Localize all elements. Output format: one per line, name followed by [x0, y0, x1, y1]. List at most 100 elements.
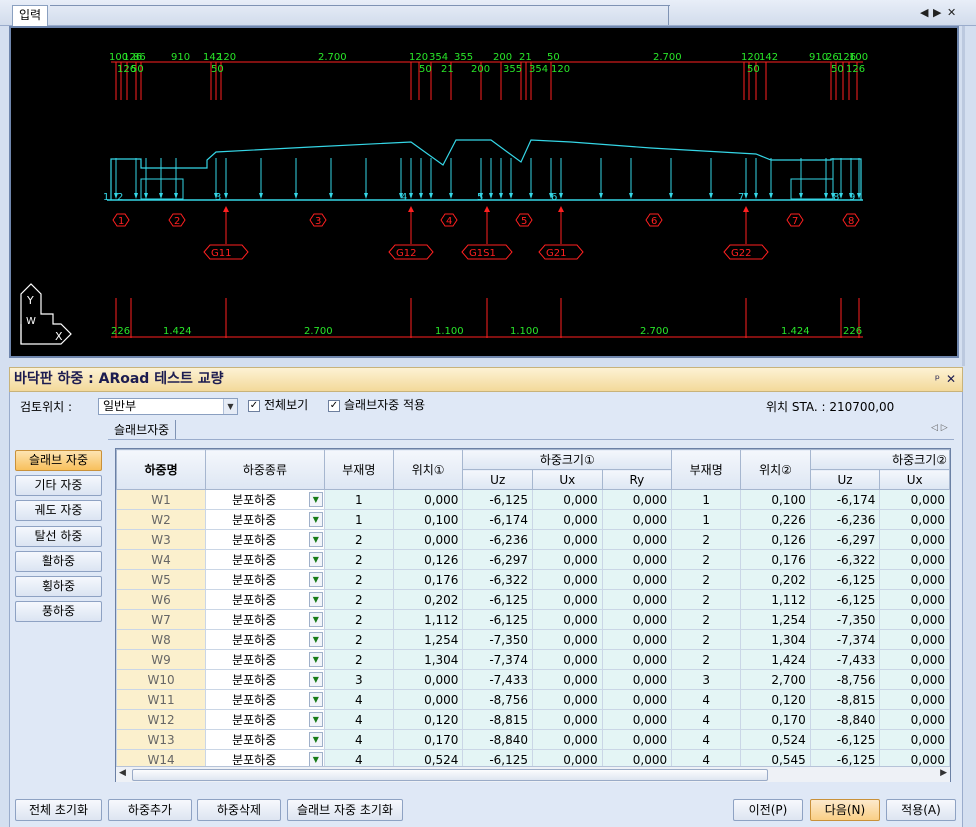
cell-ry1[interactable]: 0,000 [601, 629, 673, 650]
table-row[interactable]: W9 분포하중 ▼ 2 1,304 -7,374 0,000 0,000 2 1,424 -7,43… [116, 649, 950, 670]
cell-member1[interactable]: 2 [323, 649, 394, 670]
cell-load-kind[interactable]: 분포하중 ▼ [205, 609, 325, 630]
cell-uz2[interactable]: -6,125 [809, 729, 881, 750]
cell-member1[interactable]: 2 [323, 529, 394, 550]
cell-ry1[interactable]: 0,000 [601, 589, 673, 610]
table-row[interactable]: W6 분포하중 ▼ 2 0,202 -6,125 0,000 0,000 2 1,112 -6,12… [116, 589, 950, 610]
cell-pos2[interactable]: 0,100 [740, 489, 811, 510]
cell-uz1[interactable]: -6,322 [462, 569, 534, 590]
table-row[interactable]: W13 분포하중 ▼ 4 0,170 -8,840 0,000 0,000 4 0,524 -6,1… [116, 729, 950, 750]
header-member1[interactable]: 부재명 [323, 449, 394, 490]
table-row[interactable]: W3 분포하중 ▼ 2 0,000 -6,236 0,000 0,000 2 0,126 -6,29… [116, 529, 950, 550]
load-grid[interactable]: 하중명 하중종류 부재명 위치① 하중크기① 부재명 위치② 하중크기② Uz … [115, 448, 951, 782]
cell-uz2[interactable]: -6,297 [809, 529, 881, 550]
cell-load-name[interactable]: W11 [116, 689, 207, 710]
cell-pos1[interactable]: 0,120 [392, 709, 464, 730]
cell-member1[interactable]: 1 [323, 489, 394, 510]
cell-ux1[interactable]: 0,000 [532, 509, 603, 530]
cell-load-name[interactable]: W5 [116, 569, 207, 590]
cell-ux1[interactable]: 0,000 [532, 709, 603, 730]
cell-member1[interactable]: 2 [323, 609, 394, 630]
chevron-down-icon[interactable]: ▼ [308, 492, 323, 507]
cell-uz2[interactable]: -6,125 [809, 589, 881, 610]
header-ux[interactable]: Ux [879, 469, 950, 490]
cell-ux1[interactable]: 0,000 [532, 729, 603, 750]
cell-pos1[interactable]: 0,000 [392, 669, 464, 690]
side-button-derail[interactable]: 탈선 하중 [15, 526, 102, 547]
chevron-down-icon[interactable]: ▼ [223, 399, 237, 414]
cell-load-kind[interactable]: 분포하중 ▼ [205, 549, 325, 570]
side-button-track[interactable]: 궤도 자중 [15, 500, 102, 521]
cell-member1[interactable]: 1 [323, 509, 394, 530]
cell-uz2[interactable]: -7,374 [809, 629, 881, 650]
cell-ux1[interactable]: 0,000 [532, 489, 603, 510]
tab-slab-self-weight[interactable]: 슬래브자중 [108, 420, 177, 440]
cell-pos2[interactable]: 0,120 [740, 689, 811, 710]
header-kind[interactable]: 하중종류 [205, 449, 325, 490]
cell-ry1[interactable]: 0,000 [601, 549, 673, 570]
header-load1[interactable]: 하중크기① [462, 449, 673, 470]
side-button-wind[interactable]: 풍하중 [15, 601, 102, 622]
cell-uz1[interactable]: -8,756 [462, 689, 534, 710]
pin-icon[interactable]: ᵖ [935, 368, 940, 391]
prev-button[interactable]: 이전(P) [733, 799, 803, 821]
cell-pos2[interactable]: 0,176 [740, 549, 811, 570]
cell-member1[interactable]: 4 [323, 689, 394, 710]
header-pos2[interactable]: 위치② [740, 449, 811, 490]
slab-apply-checkbox[interactable]: ✓ [328, 400, 340, 412]
cell-ry1[interactable]: 0,000 [601, 689, 673, 710]
chevron-down-icon[interactable]: ▼ [308, 592, 323, 607]
cell-member1[interactable]: 2 [323, 569, 394, 590]
cell-pos1[interactable]: 0,000 [392, 489, 464, 510]
cell-ry1[interactable]: 0,000 [601, 729, 673, 750]
cell-uz2[interactable]: -7,350 [809, 609, 881, 630]
cell-member2[interactable]: 4 [671, 709, 742, 730]
cell-load-name[interactable]: W8 [116, 629, 207, 650]
cell-pos2[interactable]: 1,112 [740, 589, 811, 610]
scroll-right-icon[interactable]: ▶ [940, 768, 947, 778]
show-all-checkbox[interactable]: ✓ [248, 400, 260, 412]
cell-ux2[interactable]: 0,000 [879, 729, 950, 750]
cell-ry1[interactable]: 0,000 [601, 669, 673, 690]
cell-uz2[interactable]: -6,236 [809, 509, 881, 530]
drawing-canvas[interactable]: 100 126 86 910 142 120 2.700 120 354 355 200 21 50 2.… [9, 26, 959, 358]
side-button-lateral[interactable]: 횡하중 [15, 576, 102, 597]
cell-load-kind[interactable]: 분포하중 ▼ [205, 669, 325, 690]
cell-load-kind[interactable]: 분포하중 ▼ [205, 569, 325, 590]
cell-ux2[interactable]: 0,000 [879, 629, 950, 650]
subtab-nav-icon[interactable]: ◁ ▷ [931, 423, 948, 433]
cell-load-name[interactable]: W7 [116, 609, 207, 630]
cell-ry1[interactable]: 0,000 [601, 529, 673, 550]
chevron-down-icon[interactable]: ▼ [308, 752, 323, 767]
chevron-down-icon[interactable]: ▼ [308, 612, 323, 627]
apply-button[interactable]: 적용(A) [886, 799, 956, 821]
cell-member1[interactable]: 3 [323, 669, 394, 690]
cell-ux1[interactable]: 0,000 [532, 629, 603, 650]
cell-ux2[interactable]: 0,000 [879, 709, 950, 730]
cell-uz2[interactable]: -6,174 [809, 489, 881, 510]
cell-member2[interactable]: 2 [671, 529, 742, 550]
cell-load-name[interactable]: W6 [116, 589, 207, 610]
cell-member2[interactable]: 2 [671, 589, 742, 610]
cell-pos2[interactable]: 1,304 [740, 629, 811, 650]
chevron-down-icon[interactable]: ▼ [308, 672, 323, 687]
chevron-down-icon[interactable]: ▼ [308, 652, 323, 667]
reset-all-button[interactable]: 전체 초기화 [15, 799, 102, 821]
cell-uz2[interactable]: -8,815 [809, 689, 881, 710]
cell-uz1[interactable]: -6,297 [462, 549, 534, 570]
cell-ux2[interactable]: 0,000 [879, 509, 950, 530]
cell-ux2[interactable]: 0,000 [879, 549, 950, 570]
cell-member2[interactable]: 1 [671, 489, 742, 510]
chevron-down-icon[interactable]: ▼ [308, 532, 323, 547]
cell-load-name[interactable]: W13 [116, 729, 207, 750]
chevron-down-icon[interactable]: ▼ [308, 552, 323, 567]
cell-ry1[interactable]: 0,000 [601, 609, 673, 630]
close-icon[interactable]: ✕ [946, 368, 956, 391]
cell-load-name[interactable]: W1 [116, 489, 207, 510]
cell-ux1[interactable]: 0,000 [532, 549, 603, 570]
cell-ry1[interactable]: 0,000 [601, 569, 673, 590]
cell-pos2[interactable]: 2,700 [740, 669, 811, 690]
table-row[interactable]: W4 분포하중 ▼ 2 0,126 -6,297 0,000 0,000 2 0,176 -6,32… [116, 549, 950, 570]
cell-pos1[interactable]: 1,304 [392, 649, 464, 670]
header-ux[interactable]: Ux [532, 469, 603, 490]
